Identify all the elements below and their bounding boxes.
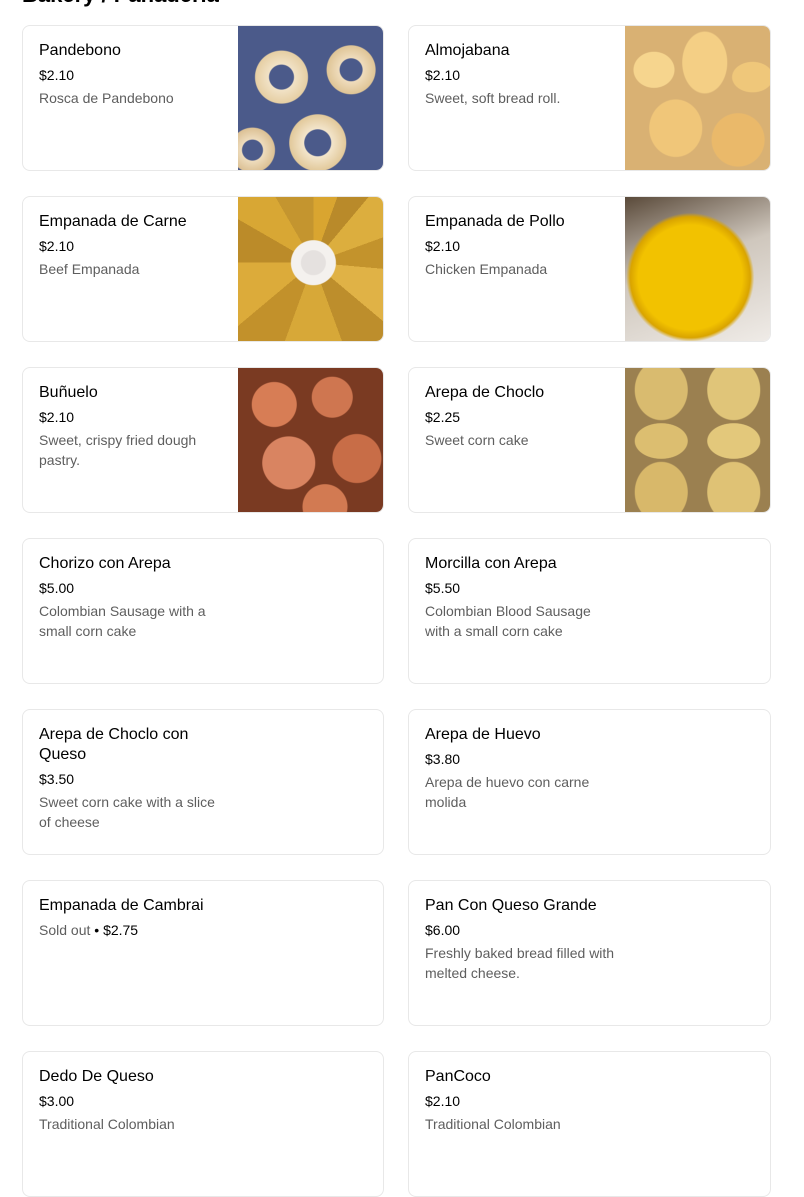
menu-item-info: Almojabana $2.10 Sweet, soft bread roll. [425, 41, 615, 108]
menu-item-almojabana[interactable]: Almojabana $2.10 Sweet, soft bread roll. [408, 25, 771, 171]
item-description: Chicken Empanada [425, 261, 548, 277]
item-name: Arepa de Choclo con Queso [39, 726, 189, 763]
menu-item-info: PanCoco $2.10 Traditional Colombian [425, 1067, 615, 1134]
section-title: Bakery / Panaderia [22, 0, 219, 8]
item-name: Almojabana [425, 42, 510, 59]
menu-item-info: Dedo De Queso $3.00 Traditional Colombia… [39, 1067, 229, 1134]
menu-item-info: Pandebono $2.10 Rosca de Pandebono [39, 41, 229, 108]
menu-item-morcilla-con-arepa[interactable]: Morcilla con Arepa $5.50 Colombian Blood… [408, 538, 771, 684]
item-name: Arepa de Huevo [425, 726, 541, 743]
item-price: $2.10 [39, 409, 75, 425]
item-price: $6.00 [425, 922, 461, 938]
item-price: $3.00 [39, 1093, 75, 1109]
menu-item-empanada-de-cambrai[interactable]: Empanada de Cambrai Sold out • $2.75 [22, 880, 384, 1026]
menu-item-info: Chorizo con Arepa $5.00 Colombian Sausag… [39, 554, 229, 641]
arepa-de-choclo-photo[interactable] [625, 368, 770, 512]
menu-item-info: Arepa de Huevo $3.80 Arepa de huevo con … [425, 725, 615, 812]
item-name: Dedo De Queso [39, 1068, 154, 1085]
menu-item-empanada-de-pollo[interactable]: Empanada de Pollo $2.10 Chicken Empanada [408, 196, 771, 342]
item-description: Freshly baked bread filled with melted c… [425, 945, 615, 981]
item-description: Sweet corn cake [425, 432, 529, 448]
item-price: $5.50 [425, 580, 461, 596]
item-price: $3.80 [425, 751, 461, 767]
menu-item-dedo-de-queso[interactable]: Dedo De Queso $3.00 Traditional Colombia… [22, 1051, 384, 1197]
item-price: $5.00 [39, 580, 75, 596]
menu-item-arepa-de-choclo-con-queso[interactable]: Arepa de Choclo con Queso $3.50 Sweet co… [22, 709, 384, 855]
item-name: PanCoco [425, 1068, 491, 1085]
menu-item-info: Empanada de Cambrai Sold out • $2.75 [39, 896, 229, 939]
item-name: Empanada de Carne [39, 213, 187, 230]
item-price: $2.10 [39, 67, 75, 83]
menu-item-bunuelo[interactable]: Buñuelo $2.10 Sweet, crispy fried dough … [22, 367, 384, 513]
item-description: Colombian Blood Sausage with a small cor… [425, 603, 591, 639]
menu-item-info: Arepa de Choclo con Queso $3.50 Sweet co… [39, 725, 229, 832]
item-price: $2.10 [425, 238, 461, 254]
item-description: Beef Empanada [39, 261, 140, 277]
item-description: Sweet, soft bread roll. [425, 90, 561, 106]
item-name: Pandebono [39, 42, 121, 59]
menu-item-arepa-de-huevo[interactable]: Arepa de Huevo $3.80 Arepa de huevo con … [408, 709, 771, 855]
separator-dot: • [90, 922, 104, 938]
menu-item-empanada-de-carne[interactable]: Empanada de Carne $2.10 Beef Empanada [22, 196, 384, 342]
item-price: $2.10 [425, 67, 461, 83]
item-name: Chorizo con Arepa [39, 555, 171, 572]
item-price: $2.10 [39, 238, 75, 254]
sold-out-label: Sold out [39, 922, 91, 938]
menu-item-pandebono[interactable]: Pandebono $2.10 Rosca de Pandebono [22, 25, 384, 171]
menu-item-info: Empanada de Pollo $2.10 Chicken Empanada [425, 212, 615, 279]
menu-item-chorizo-con-arepa[interactable]: Chorizo con Arepa $5.00 Colombian Sausag… [22, 538, 384, 684]
menu-item-info: Morcilla con Arepa $5.50 Colombian Blood… [425, 554, 615, 641]
menu-item-info: Buñuelo $2.10 Sweet, crispy fried dough … [39, 383, 229, 470]
pandebono-photo[interactable] [238, 26, 383, 170]
item-description: Arepa de huevo con carne molida [425, 774, 590, 810]
empanada-de-pollo-photo[interactable] [625, 197, 770, 341]
menu-item-pancoco[interactable]: PanCoco $2.10 Traditional Colombian [408, 1051, 771, 1197]
item-price: $3.50 [39, 771, 75, 787]
empanada-de-carne-photo[interactable] [238, 197, 383, 341]
item-description: Sweet corn cake with a slice of cheese [39, 794, 215, 830]
item-name: Empanada de Cambrai [39, 897, 204, 914]
item-name: Empanada de Pollo [425, 213, 565, 230]
item-price: $2.25 [425, 409, 461, 425]
item-name: Arepa de Choclo [425, 384, 545, 401]
menu-item-info: Pan Con Queso Grande $6.00 Freshly baked… [425, 896, 615, 983]
menu-item-pan-con-queso-grande[interactable]: Pan Con Queso Grande $6.00 Freshly baked… [408, 880, 771, 1026]
item-description: Sweet, crispy fried dough pastry. [39, 432, 197, 468]
item-name: Morcilla con Arepa [425, 555, 557, 572]
item-name: Pan Con Queso Grande [425, 897, 597, 914]
item-name: Buñuelo [39, 384, 98, 401]
item-price: $2.10 [425, 1093, 461, 1109]
item-description: Rosca de Pandebono [39, 90, 174, 106]
almojabana-photo[interactable] [625, 26, 770, 170]
menu-item-info: Empanada de Carne $2.10 Beef Empanada [39, 212, 229, 279]
bunuelo-photo[interactable] [238, 368, 383, 512]
item-availability: Sold out • $2.75 [39, 921, 229, 939]
item-description: Colombian Sausage with a small corn cake [39, 603, 206, 639]
menu-item-arepa-de-choclo[interactable]: Arepa de Choclo $2.25 Sweet corn cake [408, 367, 771, 513]
item-description: Traditional Colombian [39, 1116, 175, 1132]
item-description: Traditional Colombian [425, 1116, 561, 1132]
menu-items-grid: Pandebono $2.10 Rosca de Pandebono Almoj… [22, 25, 771, 1197]
item-price: $2.75 [103, 922, 139, 938]
menu-item-info: Arepa de Choclo $2.25 Sweet corn cake [425, 383, 615, 450]
